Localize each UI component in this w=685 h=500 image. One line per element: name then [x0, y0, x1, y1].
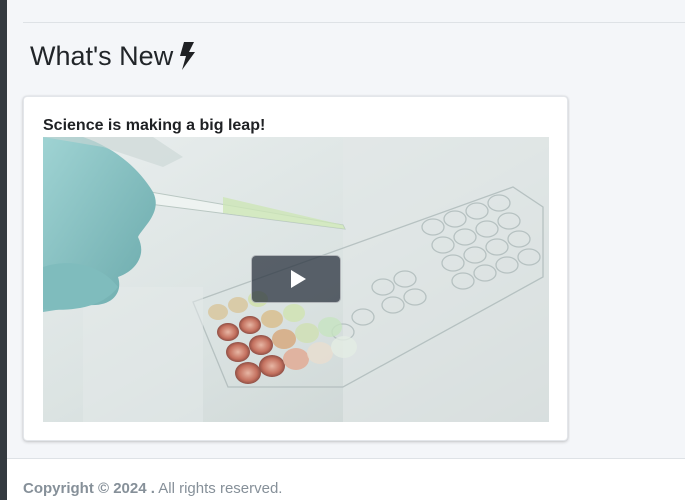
play-button[interactable] [251, 255, 341, 303]
header-divider [23, 22, 685, 23]
footer-copyright: Copyright © 2024 . [23, 480, 155, 497]
content-background [570, 96, 685, 442]
sidebar-edge [0, 0, 7, 500]
news-card: Science is making a big leap! [23, 96, 568, 441]
video-player[interactable] [43, 137, 549, 422]
footer-rights: All rights reserved. [154, 480, 283, 497]
footer: Copyright © 2024 . All rights reserved. [7, 458, 685, 500]
play-icon [290, 270, 306, 288]
news-card-heading: Science is making a big leap! [43, 117, 266, 134]
lightning-bolt-icon [180, 42, 196, 70]
footer-text: Copyright © 2024 . All rights reserved. [23, 480, 282, 497]
page-title-text: What's New [30, 41, 174, 71]
page-title: What's New [30, 38, 196, 74]
